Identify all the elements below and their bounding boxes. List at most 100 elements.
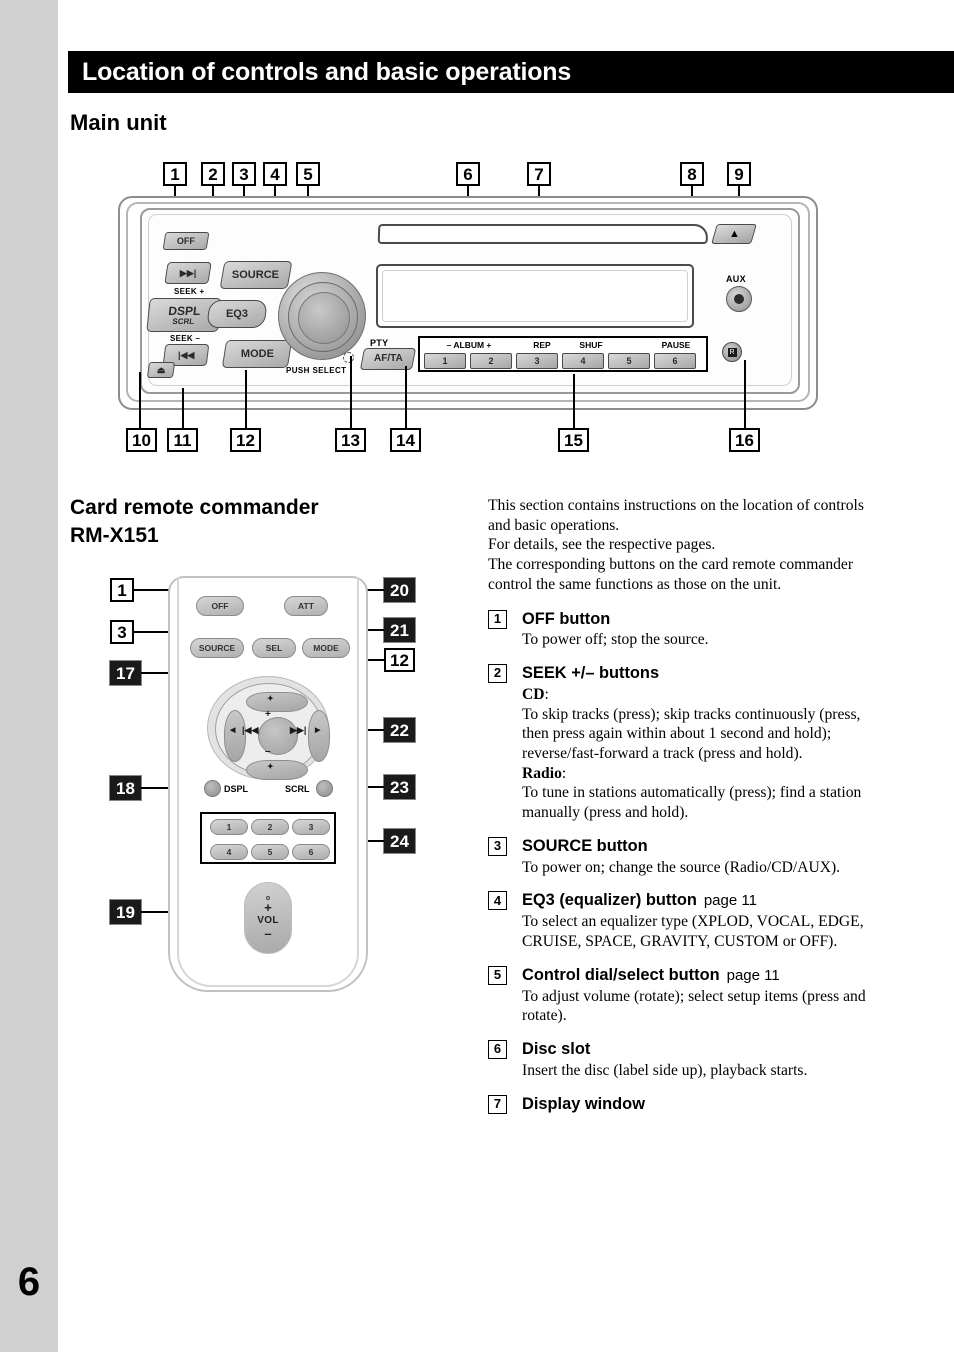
source-button[interactable]: SOURCE	[219, 261, 293, 289]
remote-att-button[interactable]: ATT	[284, 596, 328, 616]
preset-button-5[interactable]: 5	[608, 353, 650, 369]
display-window-inner	[382, 270, 688, 322]
description-item-number: 1	[488, 609, 507, 629]
remote-off-button[interactable]: OFF	[196, 596, 244, 616]
remote-dpad-center[interactable]	[258, 717, 298, 755]
off-button-label: OFF	[177, 235, 195, 246]
mode-button-label: MODE	[240, 347, 274, 360]
callout-main-9: 9	[727, 162, 751, 186]
page-number: 6	[17, 1260, 41, 1304]
callout-main-15: 15	[558, 428, 589, 452]
callout-main-12: 12	[230, 428, 261, 452]
volume-up-label: +	[264, 900, 272, 915]
intro-paragraph: This section contains instructions on th…	[488, 497, 864, 593]
push-select-label: PUSH SELECT	[286, 366, 347, 375]
remote-volume-button[interactable]: + VOL –	[244, 882, 292, 954]
remote-heading: Card remote commander RM-X151	[70, 496, 319, 547]
remote-dpad-left[interactable]	[224, 710, 246, 762]
description-item-number: 6	[488, 1040, 507, 1060]
eq3-button[interactable]: EQ3	[206, 300, 268, 328]
callout-remote-21: 21	[383, 617, 416, 643]
callout-remote-1: 1	[110, 578, 134, 602]
description-item-title: Control dial/select button page 11	[522, 965, 780, 984]
shuf-label: SHUF	[579, 340, 603, 350]
aux-input-jack[interactable]	[726, 286, 752, 312]
dspl-label: DSPL	[167, 303, 202, 318]
leader-10	[139, 372, 141, 428]
front-panel-release-button[interactable]: ⏏	[146, 362, 176, 378]
description-item-page-ref[interactable]: page 11	[727, 967, 780, 984]
section-header-title: Location of controls and basic operation…	[82, 57, 572, 86]
callout-main-1: 1	[163, 162, 187, 186]
description-item-body: Insert the disc (label side up), playbac…	[522, 1061, 808, 1079]
album-label: – ALBUM +	[446, 340, 492, 350]
page-margin-strip	[0, 0, 58, 1352]
remote-sel-button[interactable]: SEL	[252, 638, 296, 658]
remote-preset-1[interactable]: 1	[210, 819, 248, 835]
preset-button-3[interactable]: 3	[516, 353, 558, 369]
next-track-icon: ▶▶|	[179, 267, 197, 278]
dpad-prev-icon: |◀◀	[242, 725, 259, 735]
control-dial[interactable]	[278, 272, 366, 360]
remote-dpad[interactable]: ✦ + ◀ |◀◀ ▶▶| ▶ – ✦	[207, 676, 330, 780]
mode-button[interactable]: MODE	[221, 340, 293, 368]
remote-dpad-ring: ✦ + ◀ |◀◀ ▶▶| ▶ – ✦	[215, 683, 330, 780]
remote-preset-5[interactable]: 5	[251, 844, 289, 860]
description-item-body: To adjust volume (rotate); select setup …	[522, 987, 866, 1025]
preset-button-4[interactable]: 4	[562, 353, 604, 369]
description-item: 2 SEEK +/– buttons CD: To skip tracks (pre…	[488, 663, 872, 823]
disc-slot[interactable]	[377, 224, 709, 244]
reset-button-icon[interactable]	[343, 352, 354, 363]
callout-remote-24: 24	[383, 828, 416, 854]
remote-dpad-up[interactable]	[246, 692, 308, 712]
remote-dspl-button[interactable]	[204, 780, 221, 797]
remote-preset-6[interactable]: 6	[292, 844, 330, 860]
description-item-page-ref[interactable]: page 11	[704, 892, 757, 909]
callout-main-3: 3	[232, 162, 256, 186]
off-button[interactable]: OFF	[162, 232, 210, 250]
dpad-next-icon: ▶▶|	[290, 725, 307, 735]
callout-main-14: 14	[390, 428, 421, 452]
description-item: 7 Display window	[488, 1094, 872, 1115]
pause-label: PAUSE	[661, 340, 691, 350]
seek-plus-button[interactable]: ▶▶|	[164, 262, 212, 284]
description-item-number: 2	[488, 664, 507, 684]
description-item: 1 OFF button To power off; stop the source…	[488, 609, 872, 650]
callout-main-16: 16	[729, 428, 760, 452]
description-item-number: 4	[488, 891, 507, 911]
remote-preset-4[interactable]: 4	[210, 844, 248, 860]
dpad-left-icon: ◀	[230, 727, 236, 734]
remote-dpad-right[interactable]	[308, 710, 330, 762]
callout-main-6: 6	[456, 162, 480, 186]
callout-main-7: 7	[527, 162, 551, 186]
preset-button-2[interactable]: 2	[470, 353, 512, 369]
preset-button-6[interactable]: 6	[654, 353, 696, 369]
remote-source-button[interactable]: SOURCE	[190, 638, 244, 658]
callout-main-10: 10	[126, 428, 157, 452]
callout-remote-12: 12	[384, 648, 415, 672]
dpad-minus-icon: –	[265, 746, 271, 757]
description-item-list: 1 OFF button To power off; stop the source…	[488, 609, 872, 1115]
af-ta-button[interactable]: AF/TA	[359, 348, 417, 370]
af-ta-button-label: AF/TA	[373, 353, 403, 364]
source-button-label: SOURCE	[232, 268, 280, 281]
eject-icon: ▲	[728, 228, 740, 240]
preset-number-button-group: – ALBUM + REP SHUF PAUSE 1 2 3 4 5 6	[418, 336, 708, 372]
remote-dspl-label: DSPL	[224, 784, 249, 794]
description-item-title: OFF button	[522, 609, 611, 628]
preset-button-1[interactable]: 1	[424, 353, 466, 369]
callout-main-2: 2	[201, 162, 225, 186]
dpad-plus-icon: +	[265, 709, 271, 720]
description-item-title: SEEK +/– buttons	[522, 664, 660, 683]
remote-scrl-label: SCRL	[285, 784, 310, 794]
remote-preset-2[interactable]: 2	[251, 819, 289, 835]
remote-scrl-button[interactable]	[316, 780, 333, 797]
remote-dpad-down[interactable]	[246, 760, 308, 780]
remote-preset-3[interactable]: 3	[292, 819, 330, 835]
leader-16	[744, 360, 746, 428]
description-item: 3 SOURCE button To power on; change the so…	[488, 836, 872, 877]
eject-button[interactable]: ▲	[711, 224, 757, 244]
panel-release-icon: ⏏	[156, 364, 166, 375]
remote-mode-button[interactable]: MODE	[302, 638, 350, 658]
dpad-right-icon: ▶	[315, 727, 321, 734]
